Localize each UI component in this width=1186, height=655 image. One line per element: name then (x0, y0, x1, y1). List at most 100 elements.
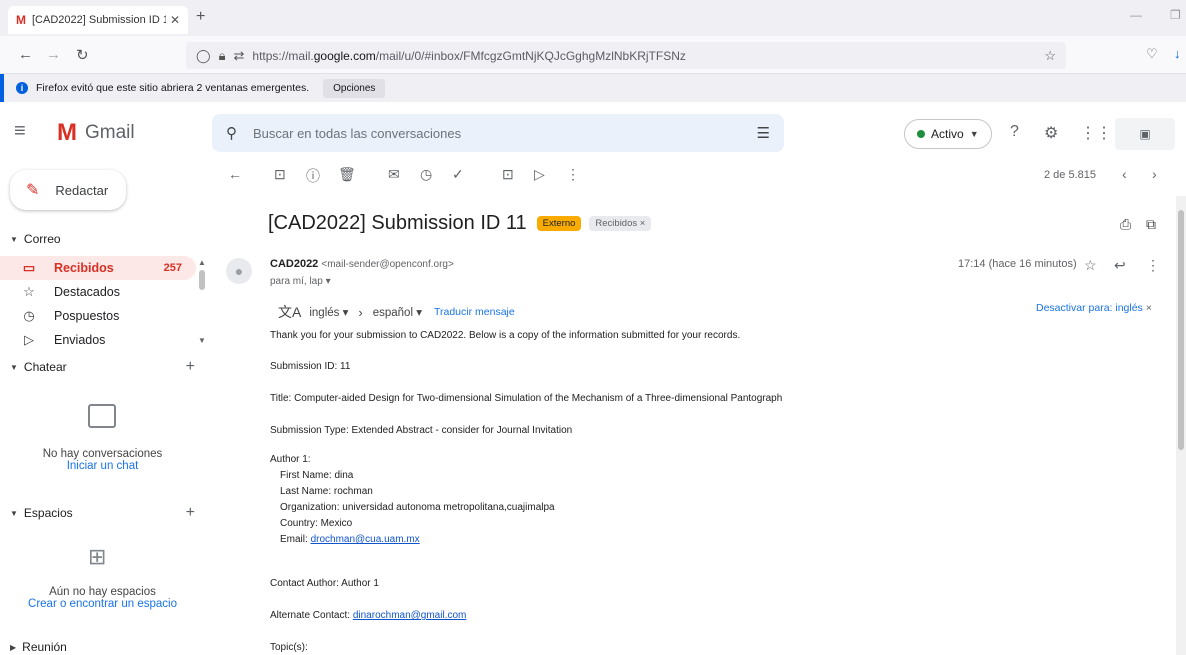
mark-unread-icon[interactable]: ✉ (388, 166, 400, 183)
label-icon[interactable]: ▷ (534, 166, 545, 183)
sidebar-item-starred[interactable]: ☆ Destacados (0, 280, 196, 304)
permissions-icon[interactable]: ⇄ (233, 48, 244, 64)
spaces-section-header[interactable]: ▼ Espacios + (10, 504, 195, 522)
sender-avatar[interactable]: ● (226, 258, 252, 284)
sidebar-item-inbox[interactable]: ▭ Recibidos 257 (0, 256, 196, 280)
label-external[interactable]: Externo (536, 216, 582, 231)
body-topics: Topic(s): (270, 642, 308, 653)
scrollbar-thumb[interactable] (1178, 210, 1184, 450)
print-icon[interactable]: ⎙ (1120, 216, 1131, 233)
star-message-icon[interactable]: ☆ (1084, 257, 1097, 274)
new-tab-icon[interactable]: + (196, 8, 205, 26)
back-to-inbox-icon[interactable]: ← (228, 166, 242, 182)
pagination-text: 2 de 5.815 (1044, 169, 1096, 181)
body-submission-id: Submission ID: 11 (270, 361, 351, 372)
sidebar-item-label: Destacados (54, 285, 121, 299)
star-icon: ☆ (23, 284, 35, 299)
create-space-link[interactable]: Crear o encontrar un espacio (0, 598, 205, 610)
start-chat-link[interactable]: Iniciar un chat (0, 460, 205, 472)
search-options-icon[interactable]: ☰ (757, 124, 770, 142)
sender-email: <mail-sender@openconf.org> (321, 259, 454, 270)
sidebar-item-sent[interactable]: ▷ Enviados (0, 328, 196, 352)
inbox-icon: ▭ (22, 260, 36, 275)
sidebar-item-label: Enviados (54, 333, 106, 347)
download-icon[interactable]: ↓ (1174, 46, 1181, 61)
label-inbox[interactable]: Recibidos × (589, 216, 652, 231)
gmail-logo[interactable]: M Gmail (57, 119, 135, 147)
report-spam-icon[interactable]: ⓘ (306, 166, 320, 186)
meeting-section-label: Reunión (22, 640, 67, 654)
sidebar-scrollbar[interactable]: ▲ ▼ (198, 258, 206, 348)
author-email-link[interactable]: drochman@cua.uam.mx (311, 534, 420, 545)
translate-message-link[interactable]: Traducir mensaje (434, 306, 515, 318)
forward-icon[interactable]: → (46, 46, 61, 63)
gmail-header: ≡ M Gmail ⚲ Buscar en todas las conversa… (0, 106, 1186, 158)
add-to-tasks-icon[interactable]: ✓ (452, 166, 464, 183)
close-tab-icon[interactable]: ✕ (170, 13, 180, 27)
chat-empty-text: No hay conversaciones (42, 448, 163, 460)
browser-navbar: ← → ↻ ◯ 🔒︎ ⇄ https://mail.google.com/mai… (0, 36, 1186, 74)
account-avatar[interactable]: ▣ (1115, 118, 1175, 150)
help-icon[interactable]: ? (1010, 123, 1019, 141)
more-options-icon[interactable]: ⋮ (566, 166, 580, 183)
older-chevron-icon[interactable]: › (1152, 166, 1157, 182)
notification-text: Firefox evitó que este sitio abriera 2 v… (36, 82, 310, 94)
search-icon[interactable]: ⚲ (226, 124, 237, 142)
gear-icon[interactable]: ⚙ (1044, 123, 1058, 143)
url-bar[interactable]: ◯ 🔒︎ ⇄ https://mail.google.com/mail/u/0/… (186, 42, 1066, 69)
new-space-plus-icon[interactable]: + (186, 504, 195, 522)
reload-icon[interactable]: ↻ (76, 46, 89, 64)
more-message-options-icon[interactable]: ⋮ (1146, 257, 1160, 274)
body-organization: Organization: universidad autonoma metro… (280, 502, 555, 513)
recipients-toggle[interactable]: para mí, lap ▾ (270, 276, 331, 287)
mail-section-label: Correo (23, 232, 61, 246)
archive-icon[interactable]: ⊡ (274, 166, 286, 183)
meeting-section-header[interactable]: ▶ Reunión (10, 640, 195, 654)
browser-tab[interactable]: M [CAD2022] Submission ID 11 - C ✕ (8, 6, 188, 34)
status-selector[interactable]: Activo ▼ (904, 119, 992, 149)
pocket-icon[interactable]: ♡ (1146, 46, 1158, 62)
search-bar[interactable]: ⚲ Buscar en todas las conversaciones ☰ (212, 114, 784, 152)
main-scrollbar[interactable] (1176, 196, 1186, 655)
translate-bar: 文A inglés ▾ › español ▾ Traducir mensaje (278, 302, 515, 322)
delete-icon[interactable]: 🗑︎ (338, 166, 356, 183)
minimize-icon[interactable]: — (1130, 8, 1142, 22)
target-language-select[interactable]: español ▾ (373, 305, 422, 319)
tab-title: [CAD2022] Submission ID 11 - C (32, 14, 166, 26)
new-chat-plus-icon[interactable]: + (186, 358, 195, 376)
open-new-window-icon[interactable]: ⧉ (1146, 216, 1156, 233)
menu-icon[interactable]: ≡ (14, 120, 26, 143)
shield-icon[interactable]: ◯ (196, 48, 211, 64)
gmail-m-icon: M (57, 119, 77, 146)
url-text[interactable]: https://mail.google.com/mail/u/0/#inbox/… (252, 49, 1044, 63)
caret-right-icon: ▶ (10, 642, 17, 652)
sender-name[interactable]: CAD2022 (270, 258, 318, 270)
subject-text: [CAD2022] Submission ID 11 (268, 212, 527, 234)
bookmark-star-icon[interactable]: ☆ (1044, 48, 1056, 64)
sidebar-item-snoozed[interactable]: ◷ Pospuestos (0, 304, 196, 328)
sidebar-item-label: Recibidos (54, 261, 114, 275)
body-type: Submission Type: Extended Abstract - con… (270, 425, 573, 436)
source-language-select[interactable]: inglés ▾ (309, 305, 348, 319)
alternate-email-link[interactable]: dinarochman@gmail.com (353, 610, 467, 621)
options-button[interactable]: Opciones (323, 78, 386, 98)
compose-button[interactable]: ✎ Redactar (10, 170, 126, 210)
gmail-wordmark: Gmail (85, 122, 135, 143)
message-time: 17:14 (hace 16 minutos) (958, 258, 1077, 270)
search-input[interactable]: Buscar en todas las conversaciones (253, 126, 757, 141)
sidebar: ✎ Redactar ▼ Correo ▭ Recibidos 257 ☆ De… (0, 162, 206, 655)
reply-icon[interactable]: ↩ (1114, 257, 1126, 274)
chat-section-header[interactable]: ▼ Chatear + (10, 358, 195, 376)
move-to-icon[interactable]: ⊡ (502, 166, 514, 183)
status-label: Activo (931, 127, 964, 141)
newer-chevron-icon[interactable]: ‹ (1122, 166, 1127, 182)
snooze-icon[interactable]: ◷ (420, 166, 432, 183)
lock-icon[interactable]: 🔒︎ (219, 48, 226, 64)
chevron-down-icon: ▼ (969, 129, 979, 139)
mail-section-header[interactable]: ▼ Correo (10, 232, 195, 246)
back-icon[interactable]: ← (18, 46, 33, 63)
deactivate-translation-link[interactable]: Desactivar para: inglés × (1036, 302, 1152, 314)
restore-icon[interactable]: ❐ (1170, 8, 1181, 22)
sender-line: CAD2022 <mail-sender@openconf.org> (270, 258, 454, 270)
body-intro: Thank you for your submission to CAD2022… (270, 330, 741, 341)
